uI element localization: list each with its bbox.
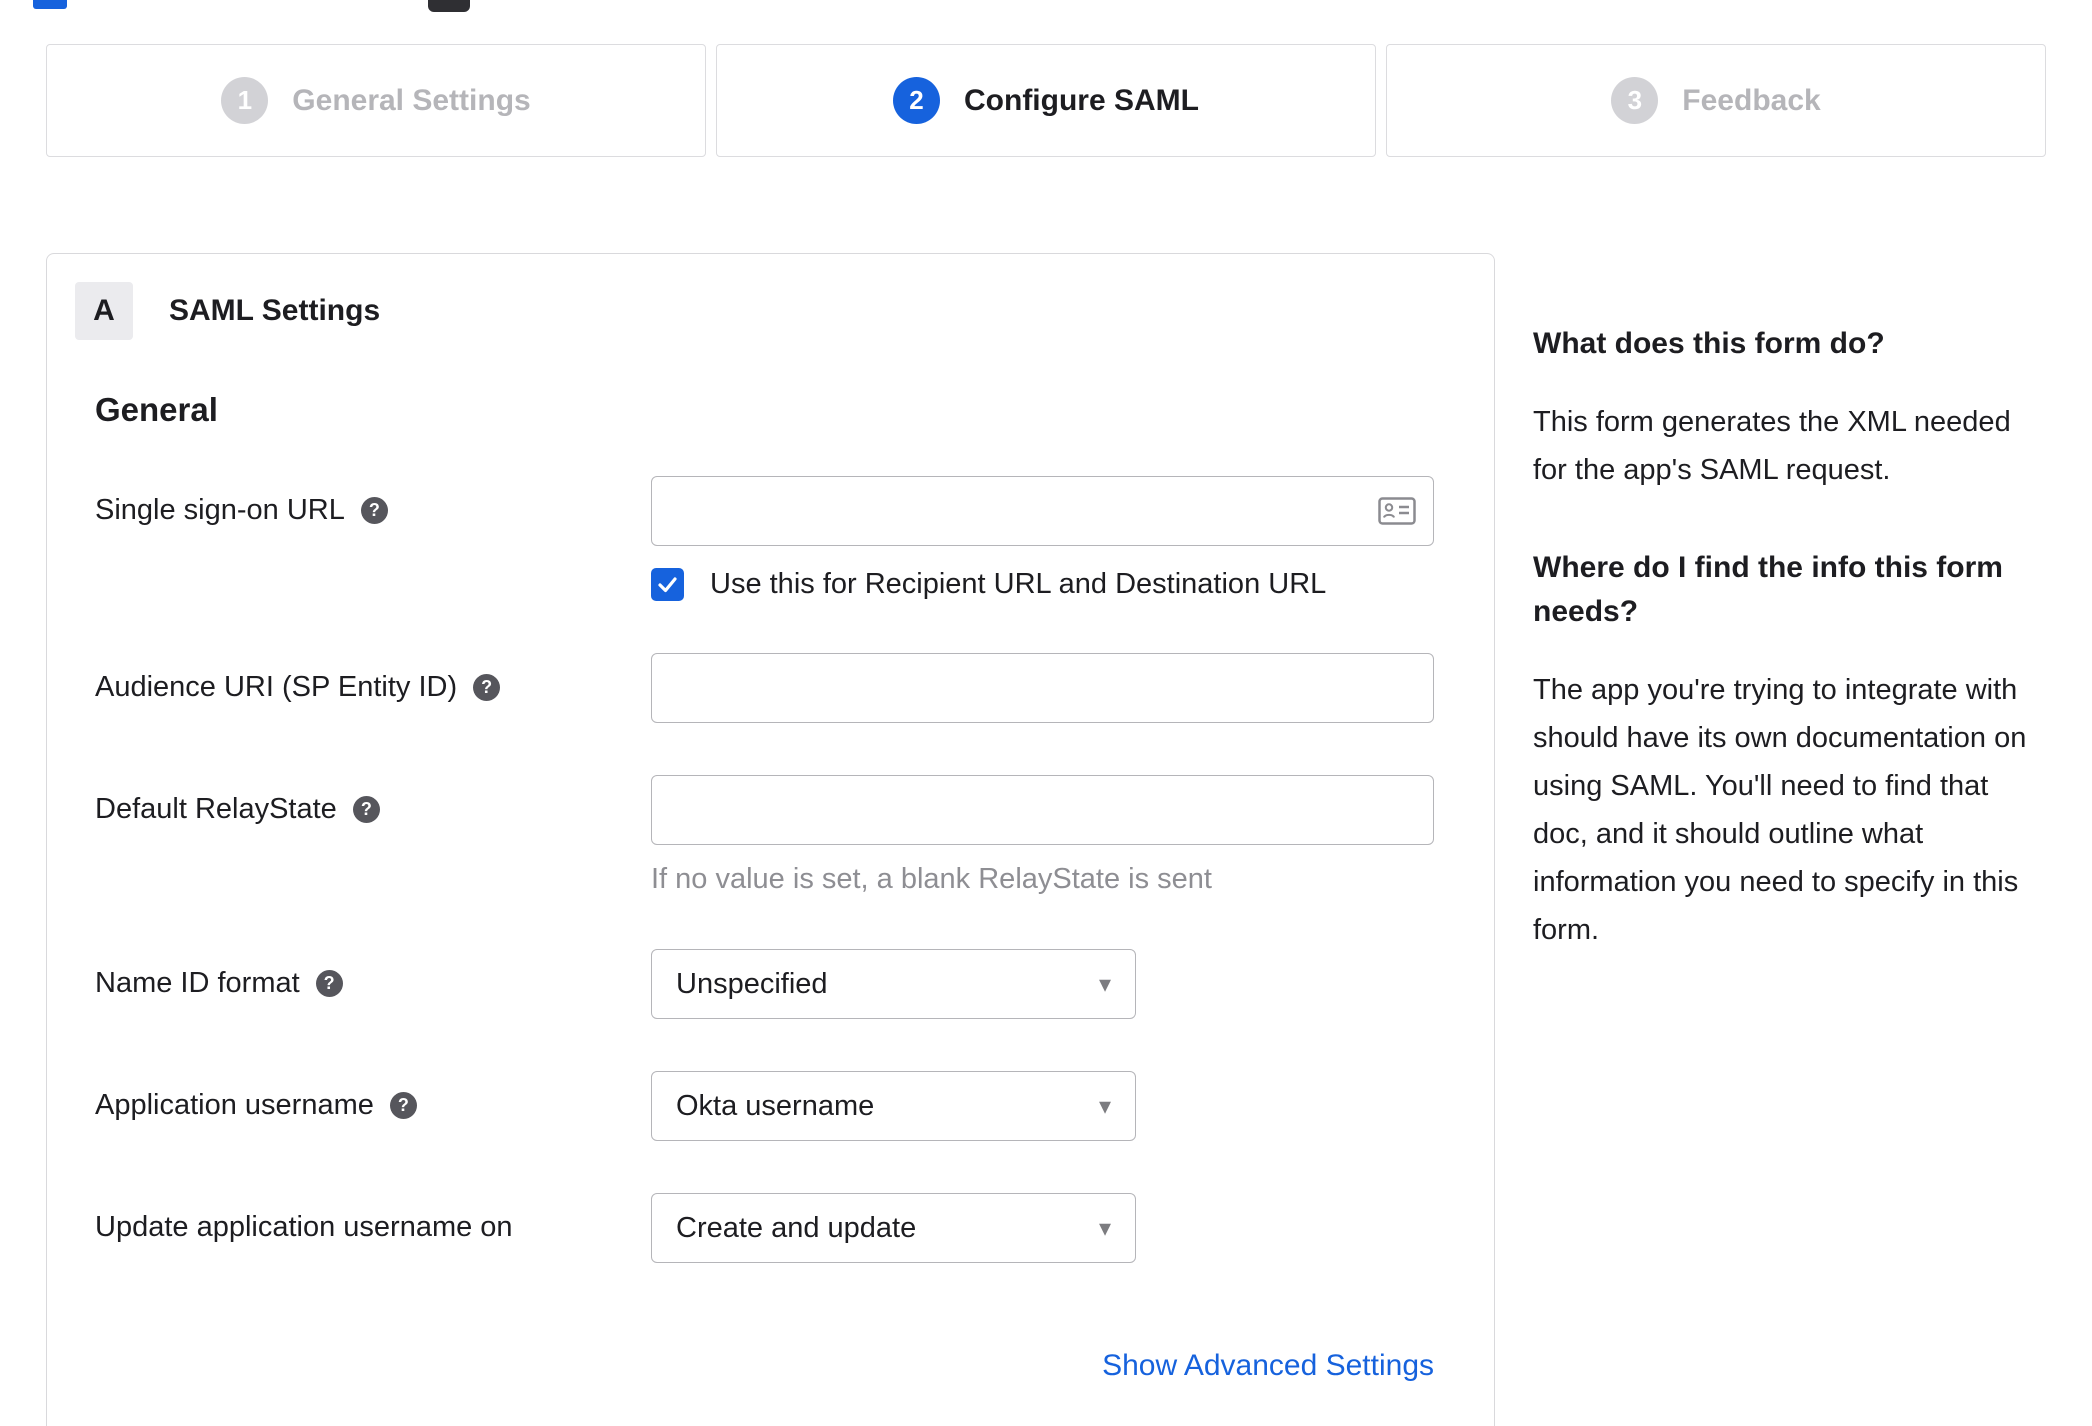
- update-app-username-select[interactable]: Create and update ▾: [651, 1193, 1136, 1263]
- audience-uri-label: Audience URI (SP Entity ID): [95, 670, 458, 703]
- panel-header: A SAML Settings: [75, 282, 1434, 340]
- name-id-format-label-wrap: Name ID format?: [95, 949, 651, 1000]
- update-app-username-value: Create and update: [676, 1211, 917, 1244]
- help-sidebar: What does this form do? This form genera…: [1533, 322, 2051, 1006]
- step-label: Feedback: [1682, 83, 1821, 117]
- step-label: Configure SAML: [964, 83, 1199, 117]
- step-number-badge: 2: [893, 77, 940, 124]
- panel-title: SAML Settings: [169, 294, 381, 327]
- sidebar-heading-1: What does this form do?: [1533, 327, 1885, 360]
- name-id-format-label: Name ID format: [95, 966, 300, 999]
- audience-uri-input-wrap: [651, 653, 1434, 723]
- application-username-label-wrap: Application username?: [95, 1071, 651, 1122]
- default-relaystate-label: Default RelayState: [95, 792, 337, 825]
- default-relaystate-field-col: If no value is set, a blank RelayState i…: [651, 775, 1434, 897]
- panel-body: General Single sign-on URL? Use this for…: [95, 390, 1434, 1383]
- step-number-badge: 1: [221, 77, 269, 124]
- application-username-row: Application username? Okta username ▾: [95, 1071, 1434, 1141]
- recipient-url-checkbox-label: Use this for Recipient URL and Destinati…: [710, 568, 1327, 600]
- clipped-header-fragment: [33, 0, 67, 9]
- help-icon[interactable]: ?: [389, 1091, 417, 1119]
- sso-url-field-col: Use this for Recipient URL and Destinati…: [651, 476, 1434, 601]
- wizard-stepper: 1 General Settings 2 Configure SAML 3 Fe…: [46, 44, 2046, 157]
- recipient-url-checkbox[interactable]: [651, 568, 684, 601]
- section-a-badge: A: [75, 282, 133, 340]
- clipped-app-logo-fragment: [428, 0, 470, 12]
- sidebar-heading-2: Where do I find the info this form needs…: [1533, 551, 2003, 628]
- help-icon[interactable]: ?: [352, 795, 380, 823]
- name-id-format-value: Unspecified: [676, 967, 828, 1000]
- page-root: 1 General Settings 2 Configure SAML 3 Fe…: [0, 0, 2092, 1426]
- sso-url-input[interactable]: [651, 476, 1434, 546]
- default-relaystate-input-wrap: [651, 775, 1434, 845]
- checkmark-icon: [658, 577, 677, 593]
- help-icon[interactable]: ?: [473, 673, 501, 701]
- sidebar-body-1: This form generates the XML needed for t…: [1533, 406, 2011, 486]
- contact-card-icon[interactable]: [1378, 497, 1416, 530]
- step-configure-saml[interactable]: 2 Configure SAML: [716, 44, 1376, 157]
- default-relaystate-row: Default RelayState? If no value is set, …: [95, 775, 1434, 897]
- chevron-down-icon: ▾: [1098, 1092, 1111, 1120]
- saml-settings-panel: A SAML Settings General Single sign-on U…: [46, 253, 1495, 1426]
- recipient-url-checkbox-row: Use this for Recipient URL and Destinati…: [651, 568, 1434, 601]
- update-app-username-row: Update application username on Create an…: [95, 1193, 1434, 1263]
- update-app-username-label-wrap: Update application username on: [95, 1193, 651, 1244]
- update-app-username-field-col: Create and update ▾: [651, 1193, 1434, 1263]
- sso-url-row: Single sign-on URL? Use this for Recipie…: [95, 476, 1434, 601]
- relaystate-hint-text: If no value is set, a blank RelayState i…: [651, 863, 1212, 895]
- step-general-settings[interactable]: 1 General Settings: [46, 44, 706, 157]
- step-label: General Settings: [292, 83, 531, 117]
- step-feedback[interactable]: 3 Feedback: [1386, 44, 2046, 157]
- chevron-down-icon: ▾: [1098, 1214, 1111, 1242]
- step-number-badge: 3: [1611, 77, 1659, 124]
- default-relaystate-label-wrap: Default RelayState?: [95, 775, 651, 826]
- application-username-field-col: Okta username ▾: [651, 1071, 1434, 1141]
- audience-uri-input[interactable]: [651, 653, 1434, 723]
- sso-url-label: Single sign-on URL: [95, 493, 345, 526]
- name-id-format-select[interactable]: Unspecified ▾: [651, 949, 1136, 1019]
- chevron-down-icon: ▾: [1098, 970, 1111, 998]
- sso-url-label-wrap: Single sign-on URL?: [95, 476, 651, 527]
- help-icon[interactable]: ?: [315, 969, 343, 997]
- application-username-value: Okta username: [676, 1089, 875, 1122]
- sso-url-input-wrap: [651, 476, 1434, 546]
- default-relaystate-input[interactable]: [651, 775, 1434, 845]
- advanced-settings-link-row: Show Advanced Settings: [95, 1349, 1434, 1383]
- update-app-username-label: Update application username on: [95, 1210, 513, 1243]
- application-username-label: Application username: [95, 1088, 374, 1121]
- show-advanced-settings-link[interactable]: Show Advanced Settings: [1102, 1349, 1434, 1382]
- sidebar-body-2: The app you're trying to integrate with …: [1533, 674, 2027, 946]
- audience-uri-row: Audience URI (SP Entity ID)?: [95, 653, 1434, 723]
- name-id-format-field-col: Unspecified ▾: [651, 949, 1434, 1019]
- audience-uri-label-wrap: Audience URI (SP Entity ID)?: [95, 653, 651, 704]
- name-id-format-row: Name ID format? Unspecified ▾: [95, 949, 1434, 1019]
- application-username-select[interactable]: Okta username ▾: [651, 1071, 1136, 1141]
- general-section-heading: General: [95, 391, 218, 428]
- help-icon[interactable]: ?: [360, 496, 388, 524]
- audience-uri-field-col: [651, 653, 1434, 723]
